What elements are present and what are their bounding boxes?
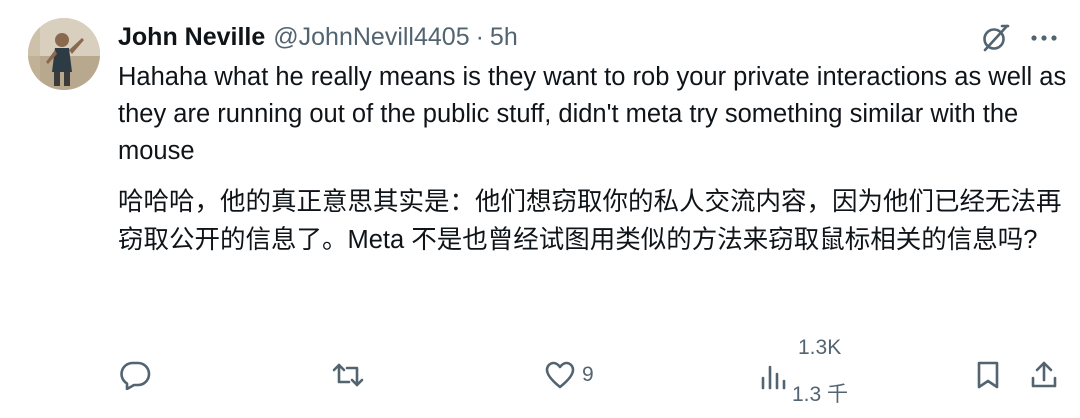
views-count-translated: 1.3 千 (792, 383, 849, 406)
grok-icon[interactable] (979, 22, 1011, 54)
avatar-image (28, 18, 100, 90)
views-button[interactable] (760, 364, 788, 390)
author-handle[interactable]: @JohnNevill4405 (273, 23, 469, 52)
like-button[interactable]: 9 (544, 360, 594, 390)
bookmark-icon (977, 361, 999, 389)
tweet-text: Hahaha what he really means is they want… (118, 63, 1067, 165)
share-button[interactable] (1030, 360, 1058, 390)
analytics-icon (761, 365, 786, 390)
heart-icon (545, 361, 575, 389)
retweet-icon (332, 363, 364, 387)
retweet-button[interactable] (331, 360, 365, 390)
tweet-translation: 哈哈哈，他的真正意思其实是：他们想窃取你的私人交流内容，因为他们已经无法再窃取公… (118, 188, 1062, 254)
more-options-icon[interactable] (1028, 26, 1062, 50)
views-count: 1.3K (798, 336, 842, 359)
like-count: 9 (582, 363, 594, 386)
post-time[interactable]: 5h (490, 23, 518, 52)
reply-icon (120, 361, 151, 390)
header-separator: · (475, 22, 484, 51)
avatar[interactable] (28, 18, 100, 90)
bookmark-button[interactable] (975, 360, 1001, 390)
share-icon (1031, 361, 1057, 388)
tweet: John Neville @JohnNevill4405 · 5h Hahaha… (0, 0, 1080, 418)
tweet-header: John Neville @JohnNevill4405 · 5h (118, 20, 518, 54)
author-display-name[interactable]: John Neville (118, 23, 265, 52)
reply-button[interactable] (119, 360, 151, 390)
